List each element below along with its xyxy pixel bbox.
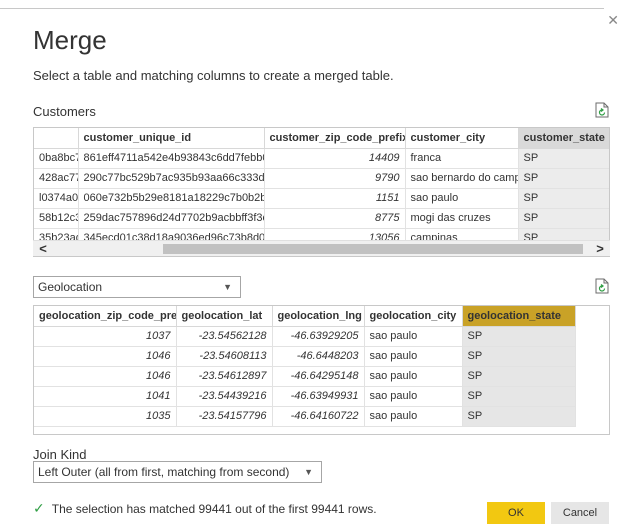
column-header[interactable]: geolocation_zip_code_prefix <box>34 306 177 327</box>
table-cell: -46.63949931 <box>272 386 365 407</box>
checkmark-icon: ✓ <box>33 500 45 516</box>
table-cell: 060e732b5b29e8181a18229c7b0b2b5e <box>78 188 265 209</box>
table-cell: franca <box>405 148 519 169</box>
refresh-preview-icon[interactable] <box>595 278 609 294</box>
table-cell: 9790 <box>264 168 406 189</box>
table-cell: 290c77bc529b7ac935b93aa66c333dc3 <box>78 168 265 189</box>
table-cell: sao paulo <box>364 406 463 427</box>
table-cell: SP <box>462 346 576 367</box>
table-row: 1037 -23.54562128 -46.63929205 sao paulo SP <box>34 326 576 347</box>
table-cell: SP <box>462 386 576 407</box>
column-header[interactable]: customer_state <box>518 128 609 149</box>
table-cell: 259dac757896d24d7702b9acbbff3f3c <box>78 208 265 229</box>
table-cell: SP <box>518 168 609 189</box>
table-cell: 1046 <box>34 366 177 387</box>
table-cell: 1046 <box>34 346 177 367</box>
column-header[interactable]: geolocation_lat <box>176 306 273 327</box>
column-header[interactable]: customer_city <box>405 128 519 149</box>
table-cell: -23.54562128 <box>176 326 273 347</box>
refresh-preview-icon[interactable] <box>595 102 609 118</box>
dialog-top-border <box>0 8 604 9</box>
table-cell: -46.63929205 <box>272 326 365 347</box>
column-header[interactable]: customer_zip_code_prefix <box>264 128 406 149</box>
table-cell: SP <box>462 326 576 347</box>
table-cell: 1035 <box>34 406 177 427</box>
table-cell: 0ba8bc7 <box>34 148 79 169</box>
table-row: 1035 -23.54157796 -46.64160722 sao paulo SP <box>34 406 576 427</box>
column-header[interactable]: geolocation_city <box>364 306 463 327</box>
customers-horizontal-scrollbar[interactable]: < > <box>33 240 610 256</box>
customers-label: Customers <box>33 104 96 119</box>
customers-table: customer_unique_id customer_zip_code_pref… <box>33 127 610 257</box>
table-row: 1046 -23.54608113 -46.6448203 sao paulo SP <box>34 346 576 367</box>
table-cell: SP <box>518 208 609 229</box>
match-status: ✓ The selection has matched 99441 out of… <box>33 500 377 517</box>
table-cell: sao paulo <box>364 366 463 387</box>
table-row: 1041 -23.54439216 -46.63949931 sao paulo SP <box>34 386 576 407</box>
geolocation-header-row: geolocation_zip_code_prefix geolocation_l… <box>34 306 576 327</box>
chevron-down-icon: ▼ <box>304 467 313 477</box>
geolocation-table: geolocation_zip_code_prefix geolocation_l… <box>33 305 610 435</box>
table-cell: -23.54439216 <box>176 386 273 407</box>
dialog-title: Merge <box>33 25 107 55</box>
column-header[interactable] <box>34 128 79 149</box>
table-cell: 1041 <box>34 386 177 407</box>
table-cell: l0374a03 <box>34 188 79 209</box>
dialog-subtitle: Select a table and matching columns to c… <box>33 68 394 83</box>
close-icon[interactable]: ✕ <box>607 12 619 29</box>
table-cell: -46.64160722 <box>272 406 365 427</box>
column-header[interactable]: customer_unique_id <box>78 128 265 149</box>
table-cell: -23.54608113 <box>176 346 273 367</box>
table-cell: 861eff4711a542e4b93843c6dd7febb0 <box>78 148 265 169</box>
scroll-right-icon[interactable]: > <box>592 241 608 257</box>
table-row: 58b12c3 259dac757896d24d7702b9acbbff3f3c 8… <box>34 208 609 229</box>
table-row: 1046 -23.54612897 -46.64295148 sao paulo SP <box>34 366 576 387</box>
table-cell: sao paulo <box>364 386 463 407</box>
table-cell: sao bernardo do campo <box>405 168 519 189</box>
join-kind-selected: Left Outer (all from first, matching fro… <box>38 465 290 479</box>
table-cell: SP <box>518 188 609 209</box>
second-table-selected: Geolocation <box>38 280 103 294</box>
table-row: 428ac77 290c77bc529b7ac935b93aa66c333dc3 9… <box>34 168 609 189</box>
table-cell: sao paulo <box>364 346 463 367</box>
table-cell: sao paulo <box>364 326 463 347</box>
table-cell: mogi das cruzes <box>405 208 519 229</box>
match-status-text: The selection has matched 99441 out of t… <box>51 501 377 516</box>
table-cell: 428ac77 <box>34 168 79 189</box>
table-cell: -23.54612897 <box>176 366 273 387</box>
table-cell: SP <box>518 148 609 169</box>
table-cell: 58b12c3 <box>34 208 79 229</box>
table-cell: -46.64295148 <box>272 366 365 387</box>
join-kind-dropdown[interactable]: Left Outer (all from first, matching fro… <box>33 461 322 483</box>
column-header[interactable]: geolocation_state <box>462 306 576 327</box>
table-cell: -23.54157796 <box>176 406 273 427</box>
scroll-left-icon[interactable]: < <box>35 241 51 257</box>
scrollbar-thumb[interactable] <box>163 244 583 254</box>
table-cell: 14409 <box>264 148 406 169</box>
chevron-down-icon: ▼ <box>223 282 232 292</box>
table-cell: 1151 <box>264 188 406 209</box>
table-cell: SP <box>462 366 576 387</box>
column-header[interactable]: geolocation_lng <box>272 306 365 327</box>
table-cell: SP <box>462 406 576 427</box>
join-kind-label: Join Kind <box>33 447 87 462</box>
second-table-dropdown[interactable]: Geolocation ▼ <box>33 276 241 298</box>
customers-header-row: customer_unique_id customer_zip_code_pref… <box>34 128 609 149</box>
table-cell: sao paulo <box>405 188 519 209</box>
table-row: 0ba8bc7 861eff4711a542e4b93843c6dd7febb0 1… <box>34 148 609 169</box>
table-cell: 1037 <box>34 326 177 347</box>
table-cell: -46.6448203 <box>272 346 365 367</box>
table-row: l0374a03060e732b5b29e8181a18229c7b0b2b5e… <box>34 188 609 209</box>
table-cell: 8775 <box>264 208 406 229</box>
